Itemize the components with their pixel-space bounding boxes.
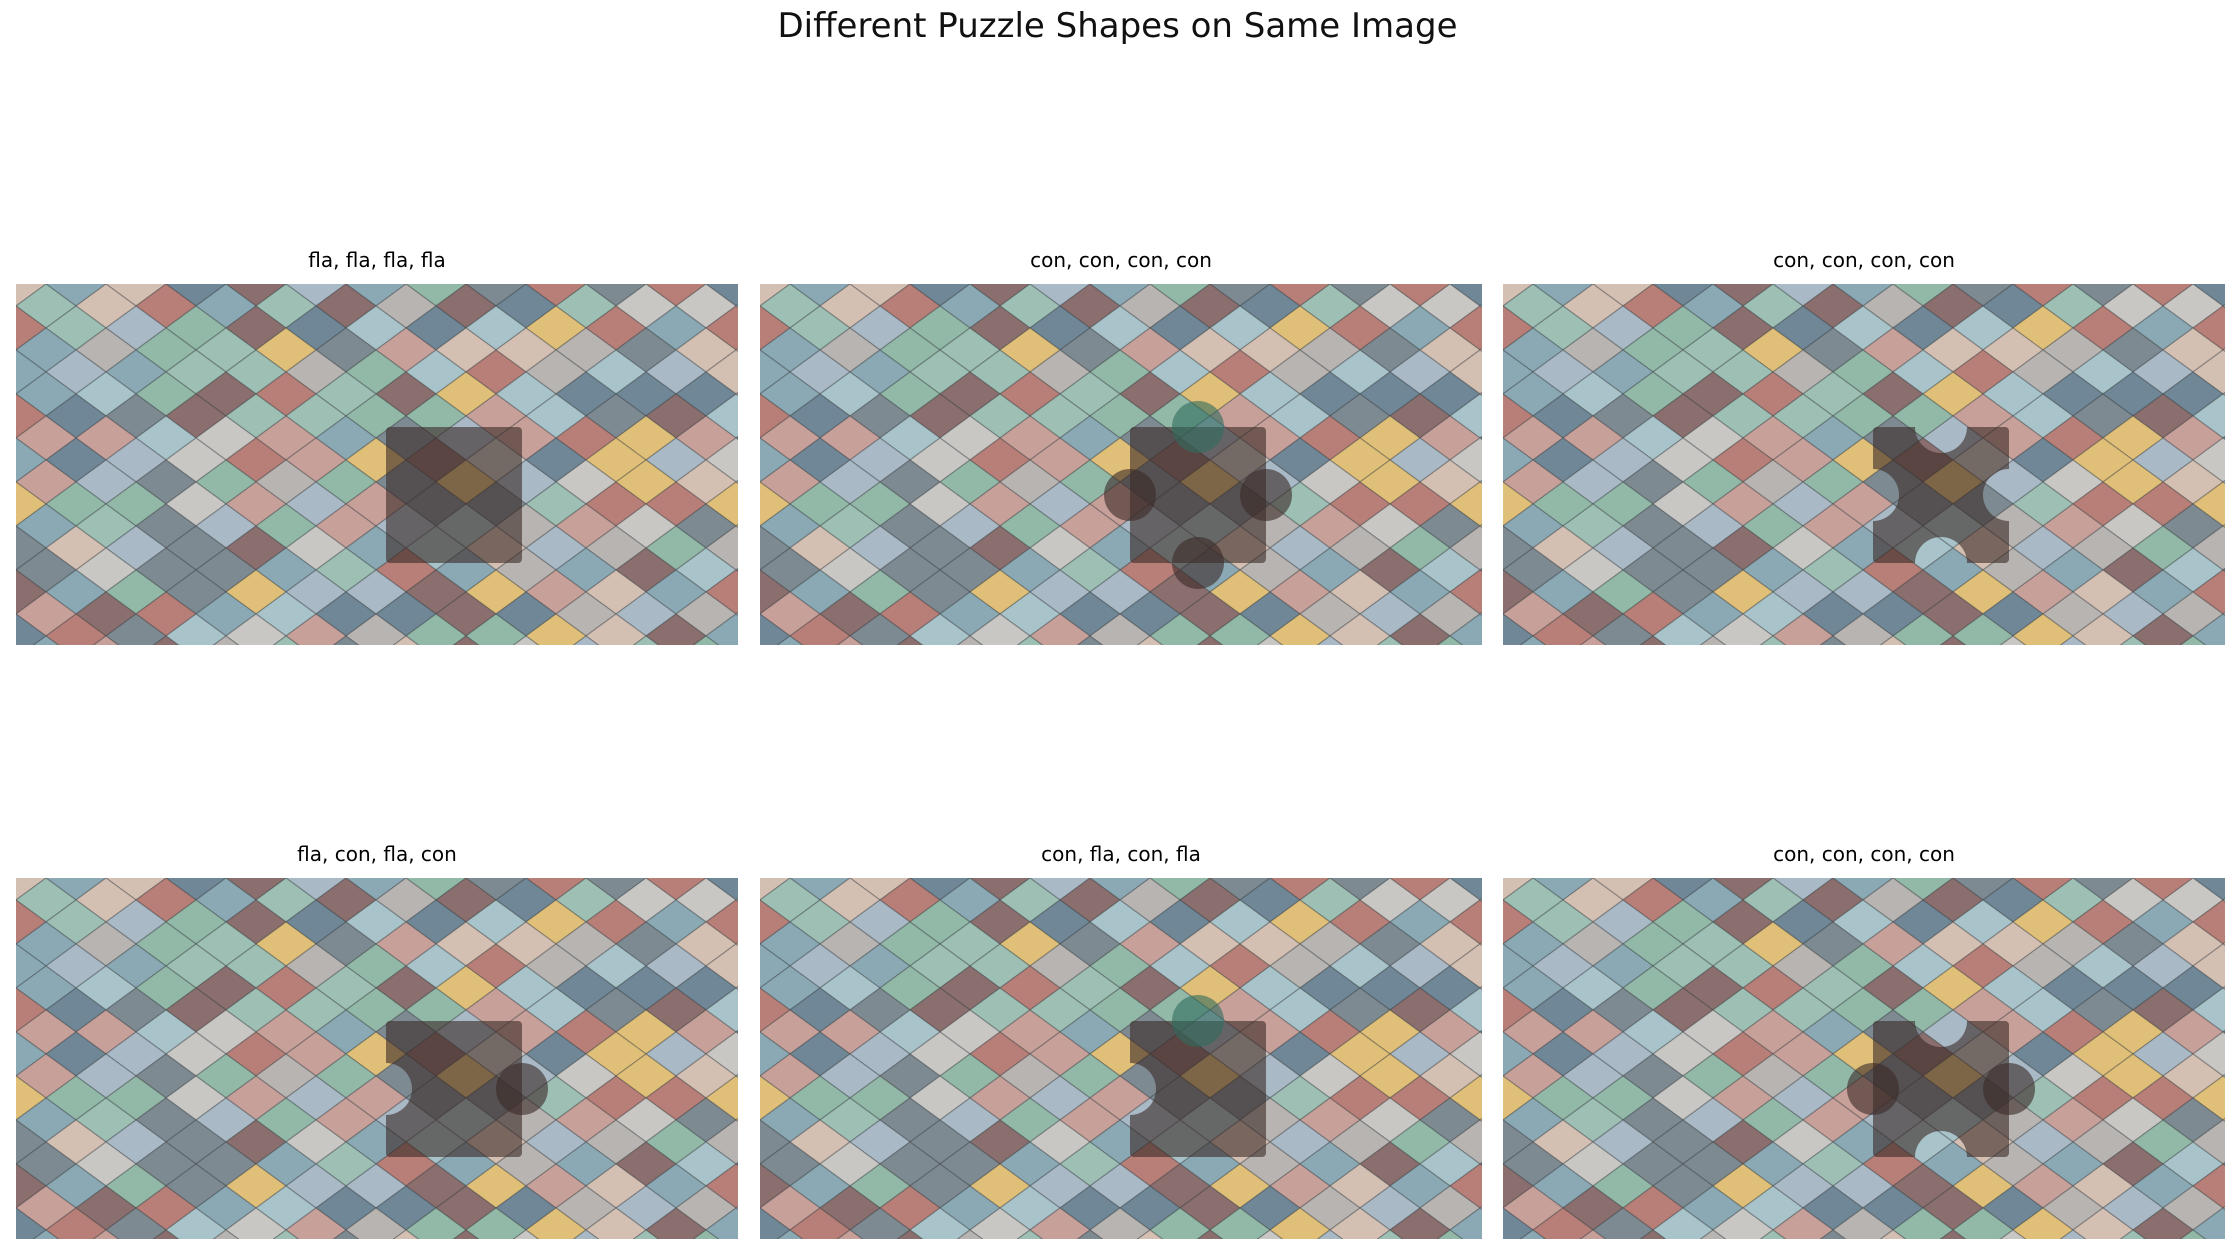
panel-5-title: con, fla, con, fla [1041,842,1201,866]
panel-1-title: fla, fla, fla, fla [308,248,446,272]
piece-knob [1240,469,1292,521]
tile-mosaic [16,284,738,645]
panel-2-title: con, con, con, con [1030,248,1212,272]
piece-body [386,427,522,563]
piece-knob [1104,469,1156,521]
panel-5-image [760,878,1482,1239]
panel-6: con, con, con, con [1503,842,2225,1239]
tile-mosaic [1503,284,2225,645]
piece-knob [1983,1063,2035,1115]
piece-knob [496,1063,548,1115]
panel-4-image [16,878,738,1239]
panel-3: con, con, con, con [1503,248,2225,645]
panel-6-title: con, con, con, con [1773,842,1955,866]
piece-body [1873,427,2009,563]
piece-knob [1847,1063,1899,1115]
piece-knob [1172,995,1224,1047]
panel-5: con, fla, con, fla [760,842,1482,1239]
tile-mosaic [16,878,738,1239]
panel-3-image [1503,284,2225,645]
tile-mosaic [760,878,1482,1239]
puzzle-piece [1104,401,1292,589]
panel-4: fla, con, fla, con [16,842,738,1239]
figure-title: Different Puzzle Shapes on Same Image [777,6,1458,46]
panel-2-image [760,284,1482,645]
puzzle-piece [1873,427,2009,563]
piece-knob [1172,537,1224,589]
panel-6-image [1503,878,2225,1239]
piece-knob [1172,401,1224,453]
panel-1-image [16,284,738,645]
tile-mosaic [1503,878,2225,1239]
panel-2: con, con, con, con [760,248,1482,645]
panel-4-title: fla, con, fla, con [297,842,457,866]
puzzle-piece [386,427,522,563]
panel-1: fla, fla, fla, fla [16,248,738,645]
tile-mosaic [760,284,1482,645]
puzzle-piece [1847,1021,2035,1157]
panel-3-title: con, con, con, con [1773,248,1955,272]
